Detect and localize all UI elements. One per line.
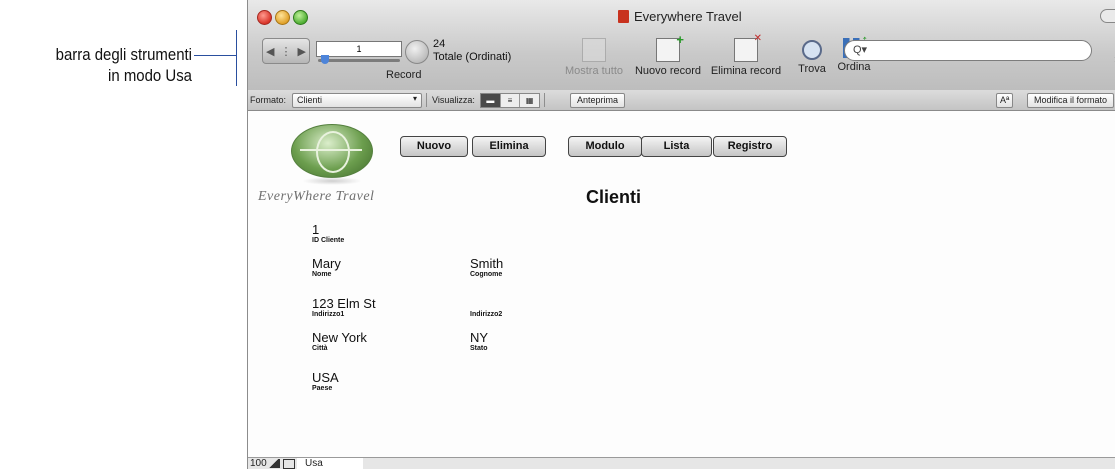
divider bbox=[544, 93, 545, 107]
record-navigation[interactable]: ◀ ⋮ ▶ bbox=[262, 38, 310, 64]
edit-layout-button[interactable]: Modifica il formato bbox=[1027, 93, 1115, 108]
total-records-label: Totale (Ordinati) bbox=[433, 51, 512, 63]
window-title-text: Everywhere Travel bbox=[634, 9, 742, 24]
cognome-field[interactable]: Smith bbox=[470, 256, 503, 271]
layout-bar: Formato: Clienti ▾ Visualizza: ▬ ≡ ▦ Ant… bbox=[248, 90, 1115, 111]
list-view-button[interactable]: ≡ bbox=[501, 94, 521, 107]
document-icon bbox=[618, 10, 629, 23]
zoom-window-button[interactable] bbox=[293, 10, 308, 25]
callout-leader-horizontal bbox=[194, 55, 236, 56]
layout-title: Clienti bbox=[586, 187, 642, 207]
search-icon: Q▾ bbox=[853, 44, 868, 56]
nuovo-button[interactable]: Nuovo bbox=[400, 136, 468, 157]
view-as-group[interactable]: ▬ ≡ ▦ bbox=[480, 93, 540, 108]
citta-field[interactable]: New York bbox=[312, 330, 367, 345]
new-record-icon bbox=[656, 32, 684, 62]
callout-line-1: barra degli strumenti bbox=[55, 45, 193, 64]
close-window-button[interactable] bbox=[257, 10, 272, 25]
nome-field[interactable]: Mary bbox=[312, 256, 341, 271]
next-record-icon[interactable]: ▶ bbox=[298, 45, 306, 58]
globe-logo-icon bbox=[291, 124, 373, 178]
stato-label: Stato bbox=[470, 345, 488, 352]
show-all-button[interactable]: Mostra tutto bbox=[558, 38, 630, 77]
record-label: Record bbox=[386, 69, 422, 81]
preview-button[interactable]: Anteprima bbox=[570, 93, 626, 108]
record-slider[interactable] bbox=[318, 59, 400, 62]
find-label: Trova bbox=[798, 63, 826, 75]
stato-field[interactable]: NY bbox=[470, 330, 488, 345]
zoom-control-icon[interactable] bbox=[268, 459, 280, 468]
find-button[interactable]: Trova bbox=[794, 38, 830, 75]
book-icon: ⋮ bbox=[280, 45, 292, 58]
id-cliente-label: ID Cliente bbox=[312, 237, 345, 244]
layout-select[interactable]: Clienti ▾ bbox=[292, 93, 422, 108]
delete-record-icon bbox=[734, 33, 762, 62]
found-set-pie-icon[interactable] bbox=[405, 40, 429, 64]
callout-leader-vertical bbox=[236, 30, 237, 86]
citta-label: Città bbox=[312, 345, 328, 352]
new-record-button[interactable]: Nuovo record bbox=[628, 32, 708, 77]
show-all-icon bbox=[582, 38, 606, 62]
brand-wordmark: EveryWhere Travel bbox=[258, 189, 375, 204]
callout-line-2: in modo Usa bbox=[108, 66, 192, 85]
modulo-button[interactable]: Modulo bbox=[568, 136, 642, 157]
indirizzo2-label: Indirizzo2 bbox=[470, 311, 503, 318]
layout-content: EveryWhere Travel Nuovo Elimina Modulo L… bbox=[248, 111, 1115, 457]
delete-record-label: Elimina record bbox=[710, 65, 782, 77]
format-label: Formato: bbox=[250, 95, 287, 105]
show-all-label: Mostra tutto bbox=[564, 65, 624, 77]
elimina-button[interactable]: Elimina bbox=[472, 136, 546, 157]
quick-find-search-input[interactable]: Q▾ bbox=[844, 40, 1092, 61]
paese-label: Paese bbox=[312, 385, 333, 392]
toolbar-toggle-icon[interactable] bbox=[283, 459, 295, 469]
cognome-label: Cognome bbox=[470, 271, 503, 278]
logo-shadow bbox=[302, 177, 362, 185]
toolbar-callout: barra degli strumenti in modo Usa bbox=[23, 44, 192, 86]
status-bar: 100 Usa bbox=[248, 457, 1115, 469]
registro-button[interactable]: Registro bbox=[713, 136, 787, 157]
paese-field[interactable]: USA bbox=[312, 370, 339, 385]
delete-record-button[interactable]: Elimina record bbox=[706, 33, 786, 77]
text-formatting-button[interactable]: Aª bbox=[996, 93, 1014, 108]
app-window: Everywhere Travel ◀ ⋮ ▶ 1 24 Totale (Ord… bbox=[247, 0, 1115, 469]
chevron-down-icon: ▾ bbox=[412, 94, 417, 103]
previous-record-icon[interactable]: ◀ bbox=[266, 45, 274, 58]
toolbar-toggle-button[interactable] bbox=[1100, 9, 1115, 23]
divider bbox=[426, 93, 427, 107]
layout-select-value: Clienti bbox=[297, 95, 323, 105]
table-view-button[interactable]: ▦ bbox=[520, 94, 539, 107]
id-cliente-field[interactable]: 1 bbox=[312, 222, 319, 237]
find-icon bbox=[802, 40, 822, 60]
nome-label: Nome bbox=[312, 271, 332, 278]
title-toolbar-area: Everywhere Travel ◀ ⋮ ▶ 1 24 Totale (Ord… bbox=[248, 0, 1115, 91]
form-view-button[interactable]: ▬ bbox=[481, 94, 501, 107]
new-record-label: Nuovo record bbox=[634, 65, 702, 77]
minimize-window-button[interactable] bbox=[275, 10, 290, 25]
indirizzo1-label: Indirizzo1 bbox=[312, 311, 345, 318]
zoom-level[interactable]: 100 bbox=[250, 458, 267, 469]
indirizzo1-field[interactable]: 123 Elm St bbox=[312, 296, 376, 311]
record-slider-handle[interactable] bbox=[321, 55, 329, 64]
sort-label: Ordina bbox=[837, 61, 871, 73]
lista-button[interactable]: Lista bbox=[641, 136, 712, 157]
total-records-count: 24 bbox=[433, 38, 446, 50]
window-title: Everywhere Travel bbox=[618, 9, 742, 24]
mode-popup[interactable]: Usa bbox=[297, 458, 363, 469]
view-label: Visualizza: bbox=[432, 95, 475, 105]
